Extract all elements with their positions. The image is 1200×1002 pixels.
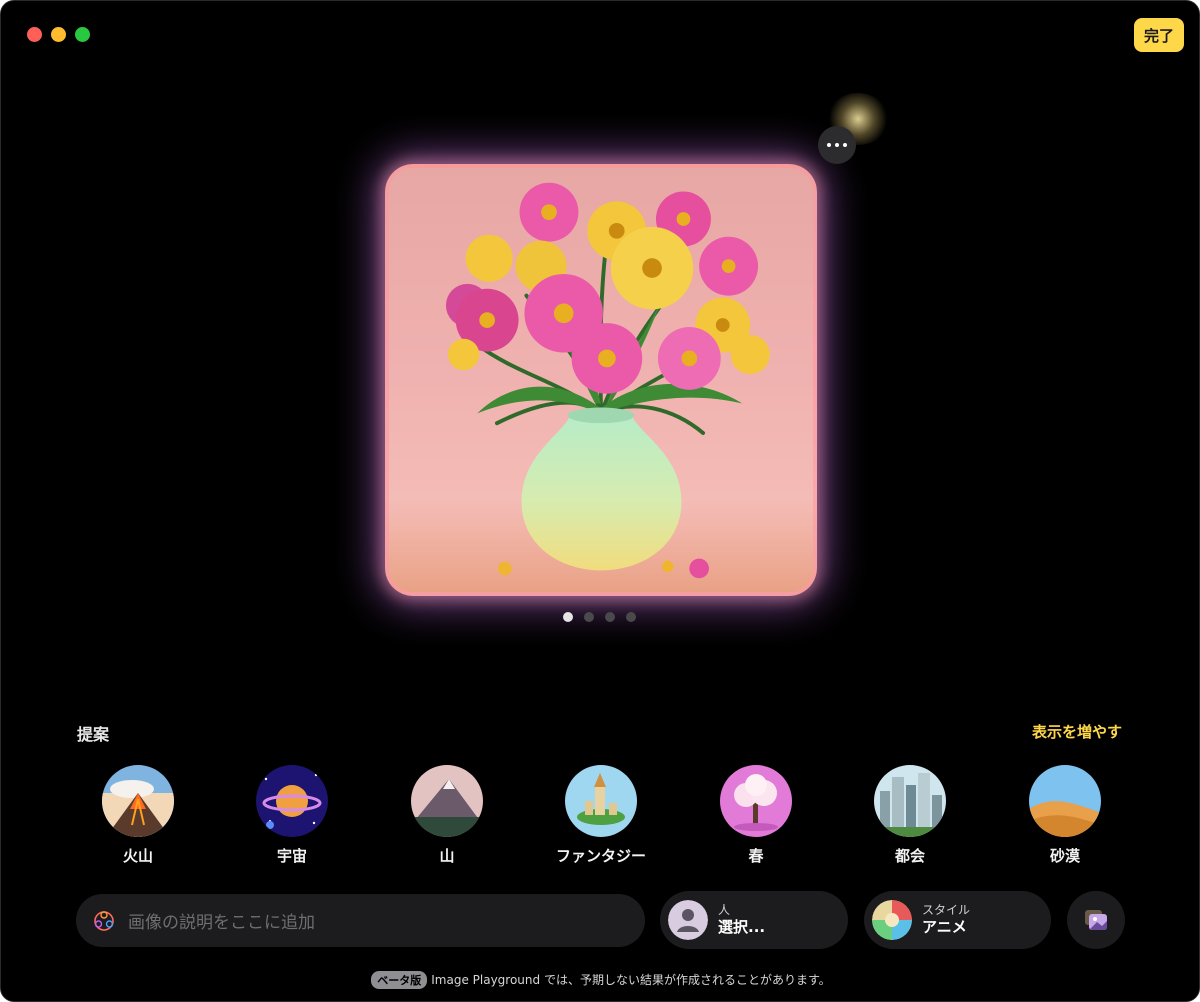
window-controls [27,27,90,42]
prompt-field[interactable]: 画像の説明をここに追加 [76,894,645,947]
prompt-placeholder: 画像の説明をここに追加 [128,913,315,933]
image-playground-icon [94,910,114,931]
fantasy-thumbnail [565,765,637,837]
person-value: 選択... [718,918,766,936]
spring-thumbnail [720,765,792,837]
person-avatar-icon [668,900,708,940]
suggestion-volcano[interactable]: 火山 [73,765,203,866]
suggestion-city[interactable]: 都会 [845,765,975,866]
beta-badge: ベータ版 [371,971,428,989]
volcano-thumbnail [102,765,174,837]
city-thumbnail [874,765,946,837]
page-dot[interactable] [605,612,615,622]
image-playground-window: 完了 提案 表示を増やす 火山 宇宙 山 ファンタジー 春 都会 砂漠 画像の説… [0,0,1200,1002]
style-value: アニメ [922,918,967,936]
space-thumbnail [256,765,328,837]
suggestion-label: 砂漠 [1049,847,1080,865]
done-button[interactable]: 完了 [1134,18,1184,52]
suggestion-mountain[interactable]: 山 [382,765,512,866]
style-anime-icon [872,900,912,940]
suggestion-label: 宇宙 [276,847,307,865]
page-indicator [563,612,636,622]
suggestion-label: ファンタジー [555,847,646,865]
show-more-link[interactable]: 表示を増やす [1032,721,1122,742]
gallery-button[interactable] [1067,891,1125,949]
mountain-thumbnail [411,765,483,837]
ellipsis-icon [827,143,831,147]
style-label: スタイル [922,903,971,917]
disclaimer: ベータ版 Image Playground では、予期しない結果が作成されることが… [1,971,1199,989]
suggestions-row: 火山 宇宙 山 ファンタジー 春 都会 砂漠 [1,765,1199,875]
close-window-button[interactable] [27,27,42,42]
page-dot[interactable] [563,612,573,622]
disclaimer-text: Image Playground では、予期しない結果が作成されることがあります… [431,973,831,987]
suggestion-space[interactable]: 宇宙 [227,765,357,866]
zoom-window-button[interactable] [75,27,90,42]
person-label: 人 [718,903,731,917]
style-selector[interactable]: スタイル アニメ [864,891,1051,949]
person-selector[interactable]: 人 選択... [660,891,848,949]
minimize-window-button[interactable] [51,27,66,42]
page-dot[interactable] [584,612,594,622]
gallery-icon [1085,910,1107,930]
flower-vase-illustration [389,182,813,592]
suggestion-label: 山 [439,847,455,865]
suggestion-label: 都会 [894,847,925,865]
suggestions-title: 提案 [77,725,110,744]
desert-thumbnail [1029,765,1101,837]
suggestion-spring[interactable]: 春 [691,765,821,866]
page-dot[interactable] [626,612,636,622]
suggestion-label: 春 [748,847,764,865]
suggestion-label: 火山 [122,847,153,865]
generated-image[interactable] [385,164,817,596]
more-options-button[interactable] [818,126,856,164]
suggestion-fantasy[interactable]: ファンタジー [536,765,666,866]
suggestion-desert[interactable]: 砂漠 [1000,765,1130,866]
